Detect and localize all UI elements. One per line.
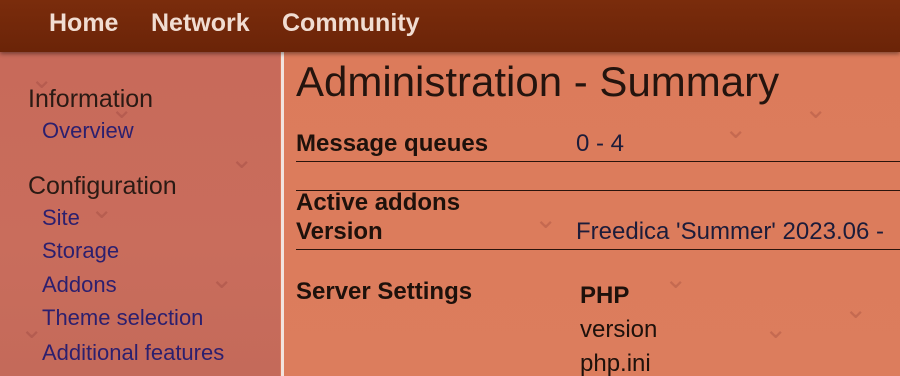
bird-decoration-icon: ⌄ <box>210 263 234 294</box>
bird-decoration-icon: ⌄ <box>230 143 254 174</box>
version-value: Freedica 'Summer' 2023.06 - <box>576 218 884 245</box>
nav-network-link[interactable]: Network <box>151 9 250 38</box>
sidebar-item-site[interactable]: Site <box>42 205 80 231</box>
bird-decoration-icon: ⌄ <box>804 93 828 124</box>
sidebar-item-storage[interactable]: Storage <box>42 238 119 264</box>
php-ini-label: php.ini <box>580 350 651 376</box>
nav-home-link[interactable]: Home <box>49 9 118 38</box>
nav-community-link[interactable]: Community <box>282 9 420 38</box>
sidebar-item-overview[interactable]: Overview <box>42 118 134 144</box>
page-title: Administration - Summary <box>296 58 780 105</box>
sidebar-heading-information: Information <box>28 85 154 113</box>
bird-decoration-icon: ⌄ <box>724 113 748 144</box>
bird-decoration-icon: ⌄ <box>764 313 788 344</box>
message-queues-value[interactable]: 0 - 4 <box>576 130 624 158</box>
version-label: Version <box>296 218 383 245</box>
php-version-label: version <box>580 316 658 343</box>
sidebar-item-additional-features[interactable]: Additional features <box>42 340 224 366</box>
bird-decoration-icon: ⌄ <box>534 203 558 234</box>
top-navigation-bar: Home Network Community <box>0 0 900 52</box>
server-settings-label: Server Settings <box>296 278 473 305</box>
bird-decoration-icon: ⌄ <box>664 263 688 294</box>
sidebar-item-addons[interactable]: Addons <box>42 272 117 298</box>
row-divider <box>296 249 900 250</box>
bird-decoration-icon: ⌄ <box>20 313 44 344</box>
row-divider <box>296 161 900 162</box>
sidebar-item-theme-selection[interactable]: Theme selection <box>42 305 203 331</box>
php-heading: PHP <box>580 282 630 309</box>
bird-decoration-icon: ⌄ <box>844 293 868 324</box>
message-queues-label: Message queues <box>296 130 489 157</box>
sidebar-heading-configuration: Configuration <box>28 172 177 200</box>
active-addons-label: Active addons <box>296 189 461 216</box>
